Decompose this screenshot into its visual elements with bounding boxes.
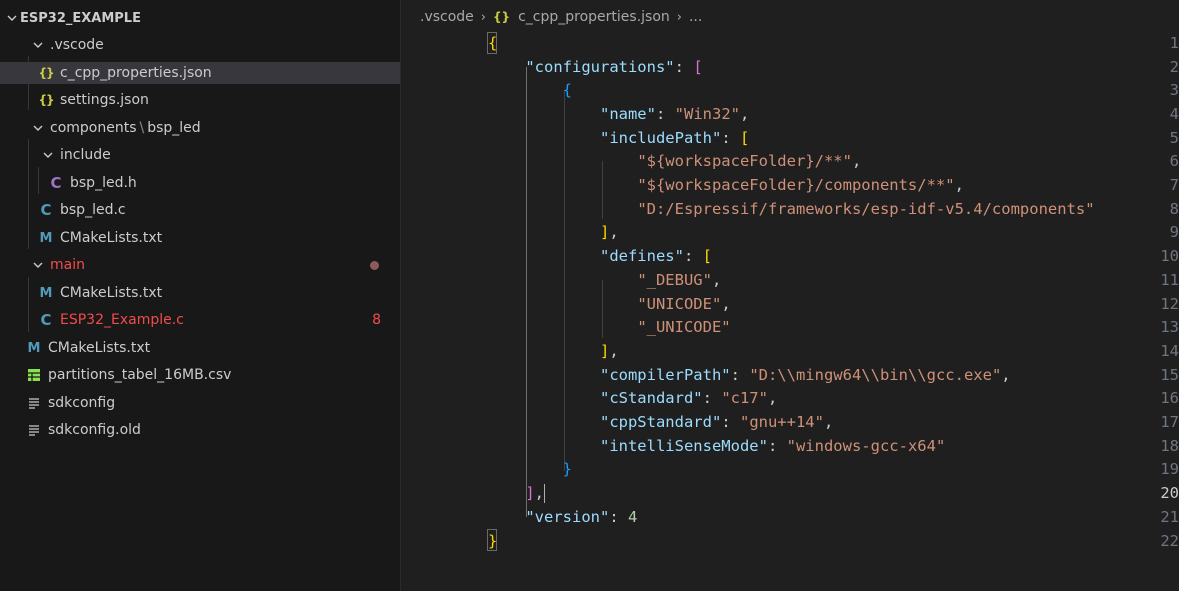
tree-file-esp32-example-c[interactable]: C ESP32_Example.c 8 xyxy=(0,309,400,331)
code-line[interactable]: } xyxy=(402,529,1179,553)
json-file-icon: {} xyxy=(493,10,511,24)
code-line[interactable]: } xyxy=(402,458,1179,482)
path-separator: \ xyxy=(139,120,145,136)
code-line[interactable]: { xyxy=(402,78,1179,102)
tree-item-label: CMakeLists.txt xyxy=(48,340,151,356)
tree-file-partitions-csv[interactable]: partitions_tabel_16MB.csv xyxy=(0,364,400,386)
cmake-file-icon: M xyxy=(39,285,53,301)
json-file-icon: {} xyxy=(38,93,54,107)
tree-item-label: bsp_led.c xyxy=(60,202,126,218)
code-line[interactable]: "_UNICODE" xyxy=(402,315,1179,339)
tree-item-label: sdkconfig xyxy=(48,395,116,411)
tree-item-label: c_cpp_properties.json xyxy=(60,65,212,81)
tree-folder-main[interactable]: main xyxy=(0,254,400,276)
problem-count-badge: 8 xyxy=(372,312,381,328)
tree-item-label: .vscode xyxy=(50,37,104,53)
tree-folder-components-bsp-led[interactable]: components \ bsp_led xyxy=(0,117,400,139)
chevron-down-icon xyxy=(40,149,56,161)
text-lines-icon xyxy=(26,395,42,411)
text-lines-icon xyxy=(26,422,42,438)
tree-item-label: settings.json xyxy=(60,92,149,108)
code-editor[interactable]: .vscode › {} c_cpp_properties.json › ...… xyxy=(402,0,1179,591)
breadcrumb-more[interactable]: ... xyxy=(689,9,702,25)
tree-file-sdkconfig-old[interactable]: sdkconfig.old xyxy=(0,419,400,441)
tree-item-label: include xyxy=(60,147,111,163)
chevron-down-icon xyxy=(4,12,20,24)
tree-file-settings-json[interactable]: {} settings.json xyxy=(0,89,400,111)
code-line[interactable]: "D:/Espressif/frameworks/esp-idf-v5.4/co… xyxy=(402,197,1179,221)
c-file-icon: C xyxy=(40,311,52,329)
tree-item-label: CMakeLists.txt xyxy=(60,285,163,301)
code-line[interactable]: "${workspaceFolder}/**", xyxy=(402,150,1179,174)
chevron-right-icon: › xyxy=(480,9,486,25)
c-header-file-icon: C xyxy=(50,174,62,192)
tree-item-label: CMakeLists.txt xyxy=(60,230,163,246)
cmake-file-icon: M xyxy=(39,230,53,246)
explorer-sidebar: ESP32_EXAMPLE .vscode {} c_cpp_propertie… xyxy=(0,0,401,591)
tree-file-c-cpp-properties[interactable]: {} c_cpp_properties.json xyxy=(0,62,400,84)
tree-file-sdkconfig[interactable]: sdkconfig xyxy=(0,392,400,414)
code-line[interactable]: ], xyxy=(402,221,1179,245)
tree-file-cmakelists[interactable]: M CMakeLists.txt xyxy=(0,282,400,304)
code-line[interactable]: "configurations": [ xyxy=(402,55,1179,79)
breadcrumb: .vscode › {} c_cpp_properties.json › ... xyxy=(402,6,702,28)
code-line[interactable]: "version": 4 xyxy=(402,505,1179,529)
tree-folder-vscode[interactable]: .vscode xyxy=(0,34,400,56)
tree-item-label: sdkconfig.old xyxy=(48,422,141,438)
tree-item-label: ESP32_Example.c xyxy=(60,312,184,328)
code-line[interactable]: "${workspaceFolder}/components/**", xyxy=(402,173,1179,197)
code-line[interactable]: { xyxy=(402,31,1179,55)
cmake-file-icon: M xyxy=(27,340,41,356)
chevron-down-icon xyxy=(30,259,46,271)
chevron-down-icon xyxy=(30,122,46,134)
tree-item-label: bsp_led.h xyxy=(70,175,137,191)
csv-table-icon xyxy=(26,367,42,383)
code-line[interactable]: ], xyxy=(402,339,1179,363)
text-cursor xyxy=(544,483,546,503)
c-file-icon: C xyxy=(40,201,52,219)
tree-file-bsp-led-h[interactable]: C bsp_led.h xyxy=(0,172,400,194)
breadcrumb-folder[interactable]: .vscode xyxy=(420,9,474,25)
explorer-root-folder[interactable]: ESP32_EXAMPLE xyxy=(0,7,400,29)
code-line[interactable]: "includePath": [ xyxy=(402,126,1179,150)
modified-dot-icon xyxy=(370,260,379,270)
chevron-down-icon xyxy=(30,39,46,51)
chevron-right-icon: › xyxy=(676,9,682,25)
code-line-active[interactable]: ], xyxy=(402,481,1179,505)
tree-folder-include[interactable]: include xyxy=(0,144,400,166)
code-line[interactable]: "defines": [ xyxy=(402,244,1179,268)
explorer-title: ESP32_EXAMPLE xyxy=(20,10,141,26)
tree-item-label: partitions_tabel_16MB.csv xyxy=(48,367,232,383)
code-line[interactable]: "_DEBUG", xyxy=(402,268,1179,292)
code-line[interactable]: "compilerPath": "D:\\mingw64\\bin\\gcc.e… xyxy=(402,363,1179,387)
code-line[interactable]: "cStandard": "c17", xyxy=(402,387,1179,411)
code-line[interactable]: "name": "Win32", xyxy=(402,102,1179,126)
tree-item-label: main xyxy=(50,257,85,273)
tree-file-bsp-led-c[interactable]: C bsp_led.c xyxy=(0,199,400,221)
code-line[interactable]: "cppStandard": "gnu++14", xyxy=(402,410,1179,434)
json-file-icon: {} xyxy=(38,66,54,80)
tree-item-label: components xyxy=(50,120,137,136)
tree-file-cmakelists[interactable]: M CMakeLists.txt xyxy=(0,337,400,359)
breadcrumb-file[interactable]: c_cpp_properties.json xyxy=(518,9,670,25)
code-line[interactable]: "intelliSenseMode": "windows-gcc-x64" xyxy=(402,434,1179,458)
tree-item-label-sub: bsp_led xyxy=(147,120,201,136)
code-line[interactable]: "UNICODE", xyxy=(402,292,1179,316)
tree-file-cmakelists[interactable]: M CMakeLists.txt xyxy=(0,227,400,249)
